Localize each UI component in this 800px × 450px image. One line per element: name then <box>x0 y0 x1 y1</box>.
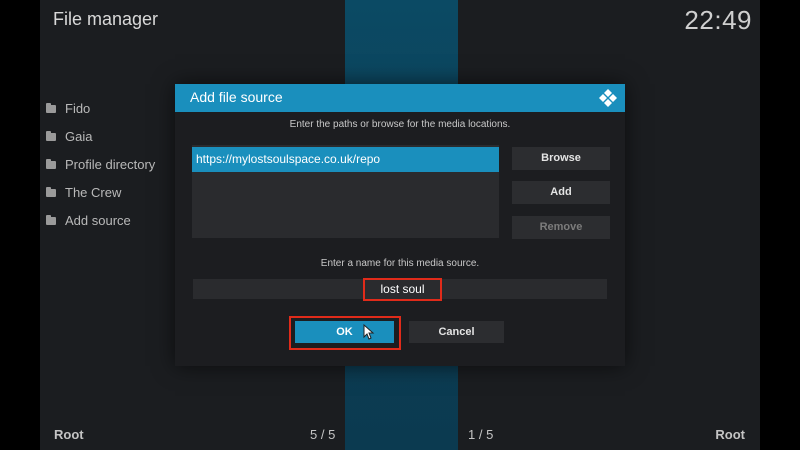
path-item[interactable]: https://mylostsoulspace.co.uk/repo <box>192 147 499 172</box>
folder-icon <box>46 131 56 141</box>
dialog-header: Add file source <box>175 84 625 112</box>
name-hint: Enter a name for this media source. <box>320 258 480 269</box>
remove-button[interactable]: Remove <box>512 216 610 239</box>
cancel-button[interactable]: Cancel <box>409 321 504 343</box>
kodi-logo-icon <box>599 89 617 107</box>
footer-left-count: 5 / 5 <box>310 427 336 442</box>
source-list: Fido Gaia Profile directory The Crew Add… <box>46 94 155 234</box>
source-item-label: Gaia <box>65 128 93 144</box>
folder-icon <box>46 187 56 197</box>
folder-icon <box>46 159 56 169</box>
folder-icon <box>46 215 56 225</box>
source-item-label: Add source <box>65 212 131 228</box>
paths-hint: Enter the paths or browse for the media … <box>289 119 511 130</box>
source-item-label: Profile directory <box>65 156 156 172</box>
source-item-the-crew[interactable]: The Crew <box>46 178 155 206</box>
source-item-add-source[interactable]: Add source <box>46 206 155 234</box>
footer-left-root: Root <box>54 427 84 442</box>
mouse-cursor-icon <box>363 324 375 340</box>
source-name-input[interactable]: lost soul <box>363 278 442 301</box>
source-item-label: Fido <box>65 100 91 116</box>
footer-right-root: Root <box>715 427 745 442</box>
source-item-label: The Crew <box>65 184 122 200</box>
source-item-fido[interactable]: Fido <box>46 94 155 122</box>
folder-icon <box>46 103 56 113</box>
add-file-source-dialog: Add file source Enter the paths or brows… <box>175 84 625 366</box>
file-manager-screen: File manager 22:49 Fido Gaia Profile dir… <box>0 0 800 450</box>
dialog-title: Add file source <box>190 89 283 105</box>
source-item-gaia[interactable]: Gaia <box>46 122 155 150</box>
browse-button[interactable]: Browse <box>512 147 610 170</box>
add-button[interactable]: Add <box>512 181 610 204</box>
page-title: File manager <box>53 9 159 29</box>
source-item-profile-directory[interactable]: Profile directory <box>46 150 155 178</box>
footer-right-count: 1 / 5 <box>468 427 494 442</box>
clock: 22:49 <box>684 5 752 35</box>
paths-list[interactable]: https://mylostsoulspace.co.uk/repo <box>192 145 499 238</box>
ok-button[interactable]: OK <box>295 321 394 343</box>
